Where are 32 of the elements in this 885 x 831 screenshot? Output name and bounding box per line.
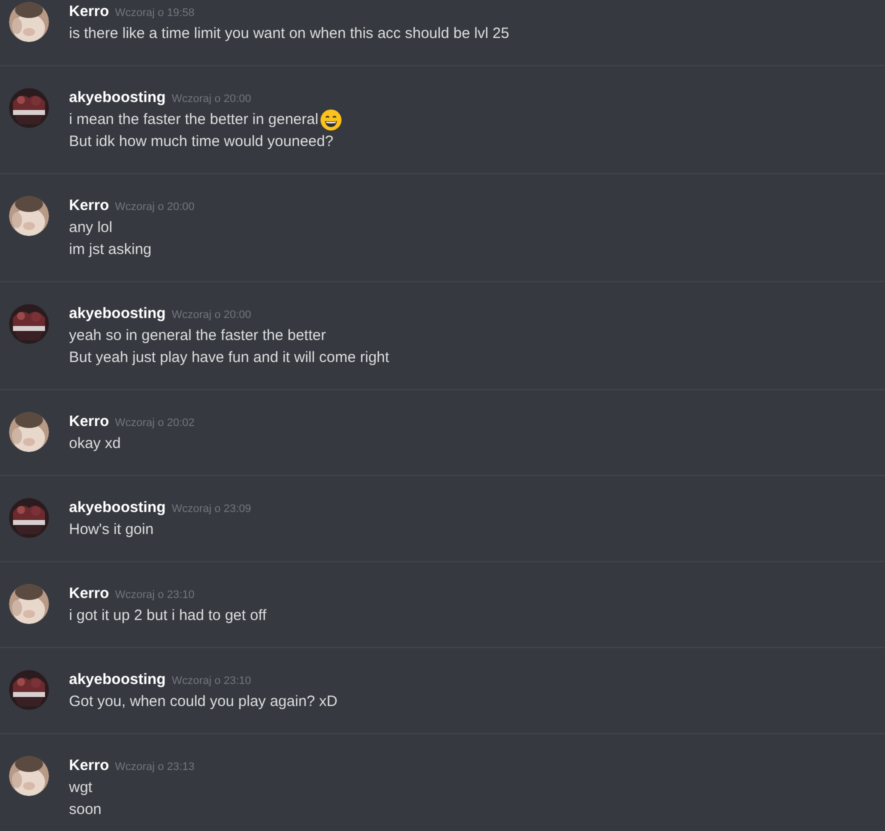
timestamp: Wczoraj o 23:13 [115, 760, 194, 775]
timestamp: Wczoraj o 23:10 [172, 674, 252, 689]
grinning-face-icon [320, 109, 342, 131]
message-text: How's it goin [69, 520, 154, 540]
username[interactable]: Kerro [69, 195, 110, 217]
message-text: is there like a time limit you want on when this acc should be lvl 25 [69, 24, 510, 44]
message-text: i got it up 2 but i had to get off [69, 606, 266, 626]
username[interactable]: Kerro [69, 411, 110, 433]
username[interactable]: Kerro [69, 583, 110, 605]
message-text: okay xd [69, 434, 121, 454]
timestamp: Wczoraj o 20:00 [172, 92, 252, 107]
timestamp: Wczoraj o 20:02 [115, 416, 194, 431]
message-text: any lol [69, 218, 112, 238]
message-text: Got you, when could you play again? xD [69, 692, 338, 712]
timestamp: Wczoraj o 19:58 [115, 6, 194, 21]
message-text: yeah so in general the faster the better [69, 326, 326, 346]
message-text: im jst asking [69, 240, 152, 260]
username[interactable]: Kerro [69, 1, 110, 23]
message-text: i mean the faster the better in general [69, 110, 318, 130]
username[interactable]: akyeboosting [69, 497, 166, 519]
timestamp: Wczoraj o 20:00 [115, 200, 194, 215]
message-text: wgt [69, 778, 92, 798]
message-text: soon [69, 800, 102, 820]
message-text: But idk how much time would youneed? [69, 132, 334, 152]
timestamp: Wczoraj o 23:09 [172, 502, 252, 517]
timestamp: Wczoraj o 23:10 [115, 588, 194, 603]
username[interactable]: akyeboosting [69, 87, 166, 109]
username[interactable]: akyeboosting [69, 303, 166, 325]
timestamp: Wczoraj o 20:00 [172, 308, 252, 323]
username[interactable]: akyeboosting [69, 669, 166, 691]
username[interactable]: Kerro [69, 755, 110, 777]
message-text: But yeah just play have fun and it will come right [69, 348, 390, 368]
